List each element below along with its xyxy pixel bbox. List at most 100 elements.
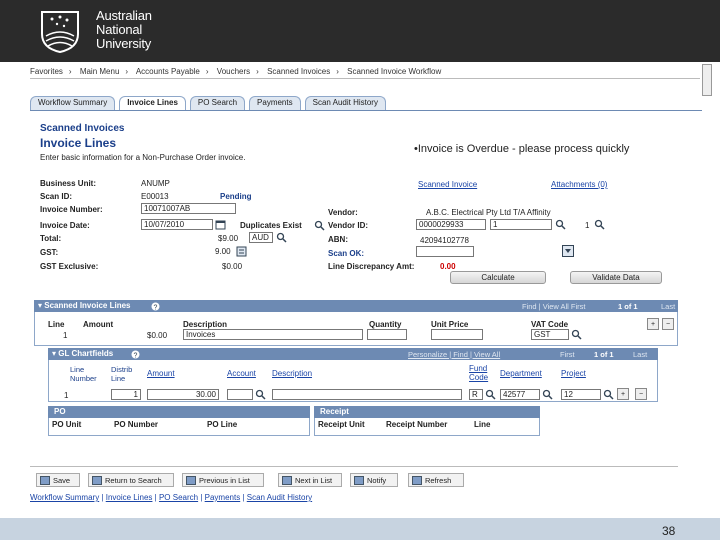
vendor-seq-lookup-icon[interactable] (594, 219, 605, 230)
notify-button[interactable]: Notify (350, 473, 398, 487)
add-line-button[interactable]: + (647, 318, 659, 330)
tab-invoice-lines[interactable]: Invoice Lines (119, 96, 186, 110)
notify-icon (354, 475, 364, 485)
footer-payments[interactable]: Payments (205, 493, 241, 502)
line-number: 1 (63, 331, 68, 340)
tab-workflow-summary[interactable]: Workflow Summary (30, 96, 116, 110)
currency-lookup-icon[interactable] (276, 232, 287, 243)
notify-label: Notify (367, 475, 387, 485)
line-unit-price-input[interactable] (431, 329, 483, 340)
vat-lookup-icon[interactable] (571, 329, 582, 340)
calendar-icon[interactable] (215, 219, 226, 230)
dropdown-arrow-icon[interactable] (562, 245, 574, 257)
col-amount: Amount (83, 320, 114, 329)
tab-scan-audit[interactable]: Scan Audit History (304, 96, 386, 110)
scan-ok-select[interactable] (416, 246, 474, 257)
currency-input[interactable]: AUD (249, 232, 273, 243)
invoice-number-input[interactable]: 10071007AB (141, 203, 236, 214)
vendor-location-input[interactable]: 1 (490, 219, 552, 230)
previous-icon (186, 475, 196, 485)
slide-footer-bar (0, 518, 720, 540)
chartfields-nav[interactable]: Personalize | Find | View All (408, 350, 500, 359)
crumb-ap[interactable]: Accounts Payable (136, 67, 200, 76)
receipt-number-header: Receipt Number (386, 420, 448, 429)
total-label: Total: (40, 234, 62, 243)
cf-col-amount[interactable]: Amount (147, 369, 175, 378)
account-lookup-icon[interactable] (255, 389, 266, 400)
svg-text:?: ? (134, 353, 138, 360)
cf-add-row-button[interactable]: + (617, 388, 629, 400)
next-in-list-button[interactable]: Next in List (278, 473, 342, 487)
lines-grid-last[interactable]: Last (661, 302, 675, 311)
cf-amount-input[interactable]: 30.00 (147, 389, 219, 400)
gst-detail-icon[interactable] (236, 246, 247, 257)
crumb-favorites[interactable]: Favorites (30, 67, 63, 76)
crumb-main-menu[interactable]: Main Menu (80, 67, 120, 76)
department-lookup-icon[interactable] (542, 389, 553, 400)
crumb-workflow[interactable]: Scanned Invoice Workflow (347, 67, 441, 76)
invoice-date-input[interactable]: 10/07/2010 (141, 219, 213, 230)
vendor-lookup-icon[interactable] (555, 219, 566, 230)
tab-bar: Workflow Summary Invoice Lines PO Search… (30, 96, 710, 110)
cf-distrib-input[interactable]: 1 (111, 389, 141, 400)
vat-code-input[interactable]: GST (531, 329, 569, 340)
footer-workflow-summary[interactable]: Workflow Summary (30, 493, 99, 502)
page-subtitle: Enter basic information for a Non-Purcha… (40, 153, 246, 162)
cf-fund-input[interactable]: R (469, 389, 483, 400)
cf-project-input[interactable]: 12 (561, 389, 601, 400)
university-name: Australian National University (96, 9, 152, 51)
uni-line-2: National (96, 22, 143, 37)
lookup-icon[interactable] (314, 220, 325, 231)
previous-in-list-button[interactable]: Previous in List (182, 473, 264, 487)
cf-col-distrib: Distrib Line (111, 365, 133, 383)
footer-invoice-lines[interactable]: Invoice Lines (106, 493, 153, 502)
next-label: Next in List (295, 475, 333, 485)
cf-col-fund[interactable]: Fund Code (469, 364, 493, 382)
chartfields-last[interactable]: Last (633, 350, 647, 359)
calculate-button[interactable]: Calculate (450, 271, 546, 284)
chartfields-first[interactable]: First (560, 350, 575, 359)
crumb-scanned[interactable]: Scanned Invoices (267, 67, 330, 76)
po-number-header: PO Number (114, 420, 159, 429)
line-quantity-input[interactable] (367, 329, 407, 340)
chartfields-title: ▾ GL Chartfields (52, 349, 114, 358)
crumb-vouchers[interactable]: Vouchers (217, 67, 250, 76)
chartfields-help-icon[interactable]: ? (131, 350, 140, 359)
cf-col-project[interactable]: Project (561, 369, 586, 378)
cf-col-department[interactable]: Department (500, 369, 542, 378)
attachments-link[interactable]: Attachments (0) (551, 180, 607, 189)
cf-account-input[interactable] (227, 389, 253, 400)
footer-po-search[interactable]: PO Search (159, 493, 198, 502)
project-lookup-icon[interactable] (603, 389, 614, 400)
help-icon[interactable]: ? (151, 302, 160, 311)
line-discrepancy-label: Line Discrepancy Amt: (328, 262, 415, 271)
delete-line-button[interactable]: − (662, 318, 674, 330)
app-frame (28, 64, 712, 518)
return-to-search-button[interactable]: Return to Search (88, 473, 174, 487)
breadcrumb: Favorites › Main Menu › Accounts Payable › … (30, 67, 700, 79)
cf-col-account[interactable]: Account (227, 369, 256, 378)
footer-scan-audit[interactable]: Scan Audit History (247, 493, 312, 502)
save-button[interactable]: Save (36, 473, 80, 487)
next-icon (282, 475, 292, 485)
validate-data-button[interactable]: Validate Data (570, 271, 662, 284)
gst-value: 9.00 (215, 247, 231, 256)
cf-delete-row-button[interactable]: − (635, 388, 647, 400)
cf-col-description[interactable]: Description (272, 369, 312, 378)
refresh-icon (412, 475, 422, 485)
refresh-button[interactable]: Refresh (408, 473, 464, 487)
scanned-invoice-link[interactable]: Scanned Invoice (418, 180, 477, 189)
cf-description-input[interactable] (272, 389, 462, 400)
fund-lookup-icon[interactable] (485, 389, 496, 400)
line-description-input[interactable]: Invoices (183, 329, 363, 340)
tab-payments[interactable]: Payments (249, 96, 301, 110)
lines-grid-nav[interactable]: Find | View All First (522, 302, 586, 311)
vendor-id-input[interactable]: 0000029933 (416, 219, 486, 230)
uni-line-1: Australian (96, 8, 152, 23)
page-section-title: Scanned Invoices (40, 123, 125, 134)
vertical-scrollbar[interactable] (702, 64, 712, 96)
cf-department-input[interactable]: 42577 (500, 389, 540, 400)
po-line-header: PO Line (207, 420, 238, 429)
tab-po-search[interactable]: PO Search (189, 96, 246, 110)
lines-grid-title: ▾ Scanned Invoice Lines (38, 301, 131, 310)
